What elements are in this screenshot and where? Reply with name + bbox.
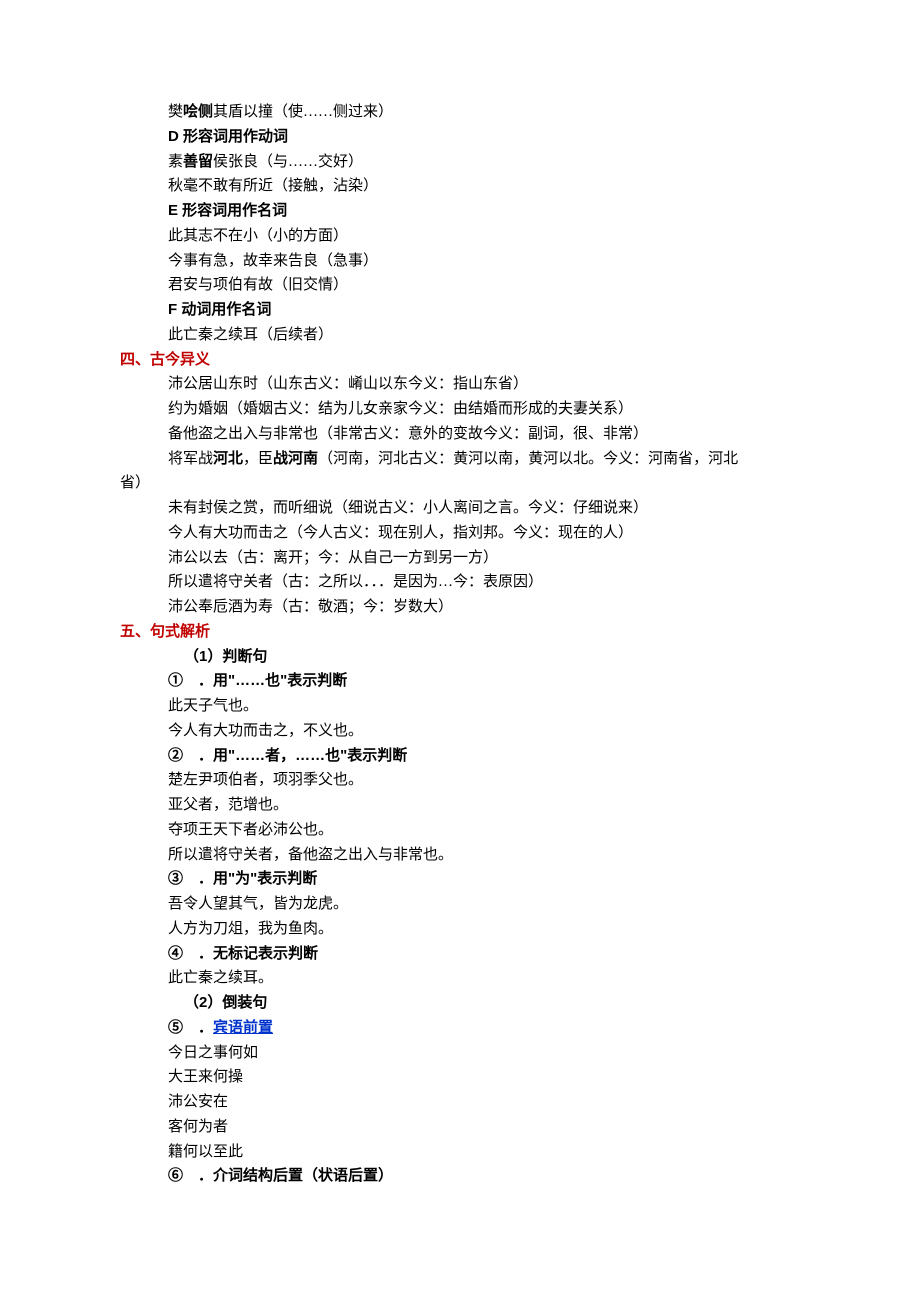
body-line: 此天子气也。: [120, 694, 800, 719]
body-line: 客何为者: [120, 1115, 800, 1140]
bold-char: 善留: [183, 154, 213, 170]
body-line: 人方为刀俎，我为鱼肉。: [120, 917, 800, 942]
bold-fragment: 河北: [213, 451, 243, 467]
body-line: 此亡秦之续耳。: [120, 966, 800, 991]
numbered-item: ③ ．用"为"表示判断: [120, 867, 800, 892]
section-heading-5: 五、句式解析: [120, 620, 800, 645]
subsection-heading: （1）判断句: [120, 645, 800, 670]
item-number: ⑤ ．: [168, 1019, 213, 1036]
subheading-f: F 动词用作名词: [120, 298, 800, 323]
numbered-item: ② ．用"……者，……也"表示判断: [120, 744, 800, 769]
body-line: 秋毫不敢有所近（接触，沾染）: [120, 174, 800, 199]
subheading-d: D 形容词用作动词: [120, 125, 800, 150]
body-line: 此其志不在小（小的方面）: [120, 224, 800, 249]
body-line: 所以遣将守关者，备他盗之出入与非常也。: [120, 843, 800, 868]
subheading-e: E 形容词用作名词: [120, 199, 800, 224]
body-line: 籍何以至此: [120, 1140, 800, 1165]
body-line: 素善留侯张良（与……交好）: [120, 150, 800, 175]
body-line: 约为婚姻（婚姻古义：结为儿女亲家今义：由结婚而形成的夫妻关系）: [120, 397, 800, 422]
body-line: 所以遣将守关者（古：之所以．．．是因为…今：表原因）: [120, 570, 800, 595]
body-line: 沛公安在: [120, 1090, 800, 1115]
body-line: 今事有急，故幸来告良（急事）: [120, 249, 800, 274]
document-page: 樊哙侧其盾以撞（使……侧过来） D 形容词用作动词 素善留侯张良（与……交好） …: [0, 0, 920, 1301]
bold-char: 哙侧: [183, 104, 213, 120]
body-line: 此亡秦之续耳（后续者）: [120, 323, 800, 348]
body-line: 樊哙侧其盾以撞（使……侧过来）: [120, 100, 800, 125]
body-line: 夺项王天下者必沛公也。: [120, 818, 800, 843]
text-fragment: 将军战: [168, 451, 213, 467]
body-line: 将军战河北，臣战河南（河南，河北古义：黄河以南，黄河以北。今义：河南省，河北: [120, 447, 800, 472]
body-line: 未有封侯之赏，而听细说（细说古义：小人离间之言。今义：仔细说来）: [120, 496, 800, 521]
section-heading-4: 四、古今异义: [120, 348, 800, 373]
subsection-heading: （2）倒装句: [120, 991, 800, 1016]
numbered-item: ① ．用"……也"表示判断: [120, 669, 800, 694]
body-line: 沛公奉卮酒为寿（古：敬酒；今：岁数大）: [120, 595, 800, 620]
body-line: 备他盗之出入与非常也（非常古义：意外的变故今义：副词，很、非常）: [120, 422, 800, 447]
body-line: 君安与项伯有故（旧交情）: [120, 273, 800, 298]
body-line: 楚左尹项伯者，项羽季父也。: [120, 768, 800, 793]
numbered-item: ⑤ ．宾语前置: [120, 1016, 800, 1041]
body-line: 今日之事何如: [120, 1041, 800, 1066]
body-line: 吾令人望其气，皆为龙虎。: [120, 892, 800, 917]
body-line: 大王来何操: [120, 1065, 800, 1090]
body-line: 沛公以去（古：离开；今：从自己一方到另一方）: [120, 546, 800, 571]
numbered-item: ⑥ ．介词结构后置（状语后置）: [120, 1164, 800, 1189]
body-line: 今人有大功而击之（今人古义：现在别人，指刘邦。今义：现在的人）: [120, 521, 800, 546]
body-line: 今人有大功而击之，不义也。: [120, 719, 800, 744]
hyperlink-text[interactable]: 宾语前置: [213, 1019, 273, 1036]
body-line-continuation: 省）: [120, 471, 800, 496]
bold-fragment: 战河南: [273, 451, 318, 467]
text-fragment: ，臣: [243, 451, 273, 467]
text-fragment: （河南，河北古义：黄河以南，黄河以北。今义：河南省，河北: [318, 451, 738, 467]
body-line: 亚父者，范增也。: [120, 793, 800, 818]
body-line: 沛公居山东时（山东古义：崤山以东今义：指山东省）: [120, 372, 800, 397]
numbered-item: ④ ．无标记表示判断: [120, 942, 800, 967]
